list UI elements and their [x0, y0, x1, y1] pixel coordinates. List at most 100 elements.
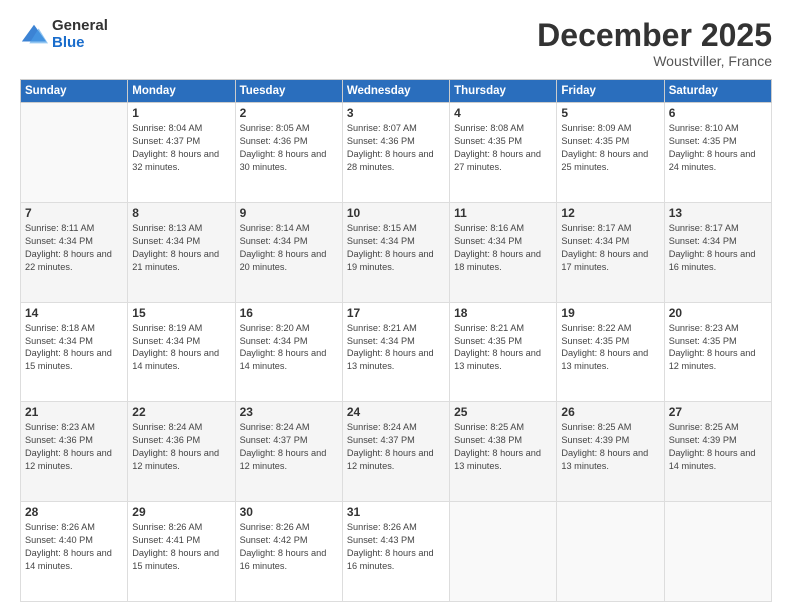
day-number: 21 [25, 405, 123, 419]
col-header-thursday: Thursday [450, 80, 557, 103]
day-number: 3 [347, 106, 445, 120]
day-number: 23 [240, 405, 338, 419]
week-row-2: 7 Sunrise: 8:11 AMSunset: 4:34 PMDaylight… [21, 202, 772, 302]
cell-info: Sunrise: 8:18 AMSunset: 4:34 PMDaylight:… [25, 322, 123, 374]
calendar-cell: 13Sunrise: 8:17 AMSunset: 4:34 PMDayligh… [664, 202, 771, 302]
calendar-cell: 15 Sunrise: 8:19 AMSunset: 4:34 PMDayligh… [128, 302, 235, 402]
calendar-cell: 4 Sunrise: 8:08 AMSunset: 4:35 PMDaylight… [450, 103, 557, 203]
cell-info: Sunrise: 8:08 AMSunset: 4:35 PMDaylight:… [454, 122, 552, 174]
day-number: 29 [132, 505, 230, 519]
calendar-cell: 14 Sunrise: 8:18 AMSunset: 4:34 PMDayligh… [21, 302, 128, 402]
cell-info: Sunrise: 8:16 AMSunset: 4:34 PMDaylight:… [454, 222, 552, 274]
week-row-5: 28 Sunrise: 8:26 AMSunset: 4:40 PMDayligh… [21, 502, 772, 602]
col-header-tuesday: Tuesday [235, 80, 342, 103]
cell-info: Sunrise: 8:25 AMSunset: 4:39 PMDaylight:… [561, 421, 659, 473]
day-number: 19 [561, 306, 659, 320]
day-number: 18 [454, 306, 552, 320]
calendar-cell: 26 Sunrise: 8:25 AMSunset: 4:39 PMDayligh… [557, 402, 664, 502]
day-number: 20 [669, 306, 767, 320]
col-header-wednesday: Wednesday [342, 80, 449, 103]
calendar-cell [664, 502, 771, 602]
calendar-cell: 2 Sunrise: 8:05 AMSunset: 4:36 PMDaylight… [235, 103, 342, 203]
day-number: 14 [25, 306, 123, 320]
calendar-cell: 24 Sunrise: 8:24 AMSunset: 4:37 PMDayligh… [342, 402, 449, 502]
day-number: 5 [561, 106, 659, 120]
calendar-cell: 12Sunrise: 8:17 AMSunset: 4:34 PMDayligh… [557, 202, 664, 302]
calendar-cell: 17 Sunrise: 8:21 AMSunset: 4:34 PMDayligh… [342, 302, 449, 402]
day-number: 24 [347, 405, 445, 419]
location: Woustviller, France [537, 53, 772, 69]
calendar-cell: 1 Sunrise: 8:04 AMSunset: 4:37 PMDaylight… [128, 103, 235, 203]
day-number: 16 [240, 306, 338, 320]
header: General Blue December 2025 Woustviller, … [20, 18, 772, 69]
calendar-cell: 5 Sunrise: 8:09 AMSunset: 4:35 PMDaylight… [557, 103, 664, 203]
cell-info: Sunrise: 8:14 AMSunset: 4:34 PMDaylight:… [240, 222, 338, 274]
day-number: 17 [347, 306, 445, 320]
cell-info: Sunrise: 8:25 AMSunset: 4:39 PMDaylight:… [669, 421, 767, 473]
cell-info: Sunrise: 8:26 AMSunset: 4:41 PMDaylight:… [132, 521, 230, 573]
cell-info: Sunrise: 8:21 AMSunset: 4:35 PMDaylight:… [454, 322, 552, 374]
calendar-cell: 11Sunrise: 8:16 AMSunset: 4:34 PMDayligh… [450, 202, 557, 302]
cell-info: Sunrise: 8:19 AMSunset: 4:34 PMDaylight:… [132, 322, 230, 374]
calendar-cell: 16 Sunrise: 8:20 AMSunset: 4:34 PMDayligh… [235, 302, 342, 402]
cell-info: Sunrise: 8:24 AMSunset: 4:37 PMDaylight:… [240, 421, 338, 473]
day-number: 27 [669, 405, 767, 419]
calendar-cell: 18 Sunrise: 8:21 AMSunset: 4:35 PMDayligh… [450, 302, 557, 402]
day-number: 13 [669, 206, 767, 220]
week-row-4: 21Sunrise: 8:23 AMSunset: 4:36 PMDayligh… [21, 402, 772, 502]
calendar-cell: 31Sunrise: 8:26 AMSunset: 4:43 PMDayligh… [342, 502, 449, 602]
month-title: December 2025 [537, 18, 772, 53]
cell-info: Sunrise: 8:05 AMSunset: 4:36 PMDaylight:… [240, 122, 338, 174]
title-block: December 2025 Woustviller, France [537, 18, 772, 69]
day-number: 1 [132, 106, 230, 120]
day-number: 10 [347, 206, 445, 220]
day-number: 7 [25, 206, 123, 220]
calendar-cell [21, 103, 128, 203]
day-number: 12 [561, 206, 659, 220]
cell-info: Sunrise: 8:24 AMSunset: 4:37 PMDaylight:… [347, 421, 445, 473]
cell-info: Sunrise: 8:22 AMSunset: 4:35 PMDaylight:… [561, 322, 659, 374]
cell-info: Sunrise: 8:26 AMSunset: 4:42 PMDaylight:… [240, 521, 338, 573]
logo: General Blue [20, 18, 108, 51]
calendar-cell: 21Sunrise: 8:23 AMSunset: 4:36 PMDayligh… [21, 402, 128, 502]
cell-info: Sunrise: 8:13 AMSunset: 4:34 PMDaylight:… [132, 222, 230, 274]
cell-info: Sunrise: 8:20 AMSunset: 4:34 PMDaylight:… [240, 322, 338, 374]
calendar-cell: 20Sunrise: 8:23 AMSunset: 4:35 PMDayligh… [664, 302, 771, 402]
week-row-3: 14 Sunrise: 8:18 AMSunset: 4:34 PMDayligh… [21, 302, 772, 402]
day-number: 22 [132, 405, 230, 419]
col-header-saturday: Saturday [664, 80, 771, 103]
cell-info: Sunrise: 8:15 AMSunset: 4:34 PMDaylight:… [347, 222, 445, 274]
calendar-cell [450, 502, 557, 602]
cell-info: Sunrise: 8:21 AMSunset: 4:34 PMDaylight:… [347, 322, 445, 374]
day-number: 2 [240, 106, 338, 120]
calendar-cell: 23 Sunrise: 8:24 AMSunset: 4:37 PMDayligh… [235, 402, 342, 502]
day-number: 26 [561, 405, 659, 419]
col-header-friday: Friday [557, 80, 664, 103]
calendar-cell [557, 502, 664, 602]
cell-info: Sunrise: 8:11 AMSunset: 4:34 PMDaylight:… [25, 222, 123, 274]
cell-info: Sunrise: 8:09 AMSunset: 4:35 PMDaylight:… [561, 122, 659, 174]
calendar-cell: 25 Sunrise: 8:25 AMSunset: 4:38 PMDayligh… [450, 402, 557, 502]
day-number: 15 [132, 306, 230, 320]
calendar: SundayMondayTuesdayWednesdayThursdayFrid… [20, 79, 772, 602]
day-number: 4 [454, 106, 552, 120]
cell-info: Sunrise: 8:04 AMSunset: 4:37 PMDaylight:… [132, 122, 230, 174]
cell-info: Sunrise: 8:10 AMSunset: 4:35 PMDaylight:… [669, 122, 767, 174]
day-number: 28 [25, 505, 123, 519]
day-number: 6 [669, 106, 767, 120]
calendar-cell: 10 Sunrise: 8:15 AMSunset: 4:34 PMDayligh… [342, 202, 449, 302]
cell-info: Sunrise: 8:07 AMSunset: 4:36 PMDaylight:… [347, 122, 445, 174]
calendar-cell: 29 Sunrise: 8:26 AMSunset: 4:41 PMDayligh… [128, 502, 235, 602]
day-number: 25 [454, 405, 552, 419]
day-number: 9 [240, 206, 338, 220]
calendar-cell: 6 Sunrise: 8:10 AMSunset: 4:35 PMDaylight… [664, 103, 771, 203]
cell-info: Sunrise: 8:26 AMSunset: 4:40 PMDaylight:… [25, 521, 123, 573]
calendar-cell: 19 Sunrise: 8:22 AMSunset: 4:35 PMDayligh… [557, 302, 664, 402]
logo-general: General [52, 18, 108, 35]
cell-info: Sunrise: 8:25 AMSunset: 4:38 PMDaylight:… [454, 421, 552, 473]
day-number: 30 [240, 505, 338, 519]
calendar-cell: 7 Sunrise: 8:11 AMSunset: 4:34 PMDaylight… [21, 202, 128, 302]
day-number: 31 [347, 505, 445, 519]
logo-blue: Blue [52, 35, 108, 52]
calendar-cell: 30 Sunrise: 8:26 AMSunset: 4:42 PMDayligh… [235, 502, 342, 602]
